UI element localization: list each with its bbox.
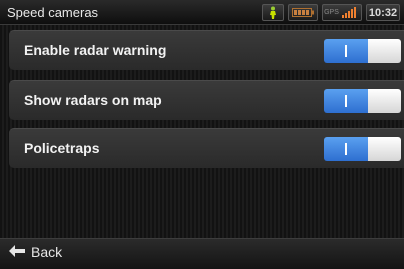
toggle-knob [368,89,401,113]
back-arrow-icon [9,244,25,260]
clock: 10:32 [366,4,400,21]
setting-row-show-radars[interactable]: Show radars on map [9,80,404,120]
radar-warning-toggle[interactable] [324,39,401,63]
toggle-on-indicator [324,89,368,113]
setting-row-policetraps[interactable]: Policetraps [9,128,404,168]
page-title: Speed cameras [7,5,99,20]
setting-label: Show radars on map [24,92,162,108]
policetraps-toggle[interactable] [324,137,401,161]
status-bar: Speed cameras GPS 10:32 [0,0,404,25]
show-radars-toggle[interactable] [324,89,401,113]
clock-time: 10:32 [368,6,398,19]
pedestrian-icon [262,4,284,21]
toggle-knob [368,39,401,63]
settings-list: Enable radar warning Show radars on map … [0,25,404,238]
toggle-on-indicator [324,39,368,63]
back-label: Back [31,244,63,260]
battery-icon [288,4,318,21]
setting-label: Policetraps [24,140,100,156]
back-button[interactable]: Back [9,244,62,260]
setting-label: Enable radar warning [24,42,167,58]
toggle-on-indicator [324,137,368,161]
gps-label: GPS [324,9,339,16]
toggle-knob [368,137,401,161]
footer-bar: Back [0,238,404,269]
status-icons: GPS 10:32 [262,3,400,22]
gps-signal-icon: GPS [322,4,362,21]
setting-row-radar-warning[interactable]: Enable radar warning [9,30,404,70]
